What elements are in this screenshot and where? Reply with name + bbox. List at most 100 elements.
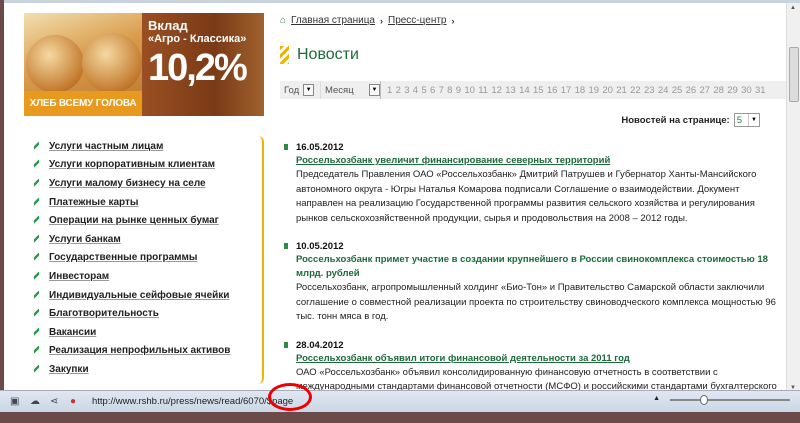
year-select[interactable]: Год ▼ (280, 81, 320, 99)
banner-product: «Агро - Классика» (148, 33, 247, 45)
day-link[interactable]: 6 (430, 85, 435, 96)
sidebar-item[interactable]: Услуги корпоративным клиентам (34, 156, 264, 175)
sidebar-item-label[interactable]: Инвесторам (49, 271, 109, 282)
sidebar-item[interactable]: Индивидуальные сейфовые ячейки (34, 286, 264, 305)
sidebar-item-label[interactable]: Вакансии (49, 327, 96, 338)
leaf-icon (34, 178, 39, 188)
sidebar-item[interactable]: Закупки (34, 360, 264, 379)
day-link[interactable]: 20 (602, 85, 613, 96)
leaf-icon (34, 253, 39, 263)
news-headline[interactable]: Россельхозбанк увеличит финансирование с… (296, 154, 784, 168)
sidebar-item-label[interactable]: Услуги корпоративным клиентам (49, 159, 215, 170)
day-link[interactable]: 14 (519, 85, 530, 96)
day-link[interactable]: 12 (491, 85, 502, 96)
day-link[interactable]: 24 (658, 85, 669, 96)
leaf-icon (34, 271, 39, 281)
sidebar-item[interactable]: Государственные программы (34, 249, 264, 268)
per-page-value: 5 (736, 114, 742, 126)
panel-icon[interactable]: ▣ (10, 396, 20, 407)
chevron-right-icon: › (380, 15, 383, 26)
chevron-down-icon[interactable]: ▼ (303, 84, 315, 96)
zoom-slider-knob[interactable] (700, 395, 708, 405)
day-link[interactable]: 18 (575, 85, 586, 96)
day-link[interactable]: 16 (547, 85, 558, 96)
vertical-scrollbar[interactable]: ▲ ▼ (786, 3, 800, 393)
sidebar-item[interactable]: Инвесторам (34, 267, 264, 286)
day-link[interactable]: 27 (700, 85, 711, 96)
sidebar-item-label[interactable]: Индивидуальные сейфовые ячейки (49, 290, 229, 301)
zoom-slider[interactable] (670, 395, 790, 405)
sidebar-item-label[interactable]: Услуги банкам (49, 234, 121, 245)
scroll-up-icon[interactable]: ▲ (790, 5, 796, 11)
news-headline[interactable]: Россельхозбанк примет участие в создании… (296, 253, 784, 281)
chevron-down-icon[interactable]: ▼ (369, 84, 380, 96)
cloud-icon[interactable]: ☁ (30, 396, 40, 407)
home-icon[interactable]: ⌂ (280, 15, 286, 26)
chevron-down-icon[interactable]: ▼ (748, 114, 759, 126)
breadcrumb-home[interactable]: Главная страница (291, 15, 375, 26)
sidebar-item-label[interactable]: Благотворительность (49, 308, 159, 319)
sidebar-item[interactable]: Реализация непрофильных активов (34, 342, 264, 361)
day-link[interactable]: 11 (478, 85, 488, 96)
bullet-icon (284, 341, 288, 348)
day-link[interactable]: 2 (396, 85, 401, 96)
leaf-icon (34, 160, 39, 170)
per-page-label: Новостей на странице: (621, 114, 730, 126)
sidebar-item[interactable]: Услуги частным лицам (34, 137, 264, 156)
day-link[interactable]: 22 (630, 85, 641, 96)
zoom-up-icon[interactable]: ▲ (653, 395, 660, 402)
sidebar-item-label[interactable]: Закупки (49, 364, 89, 375)
leaf-icon (34, 364, 39, 374)
sidebar-item-label[interactable]: Реализация непрофильных активов (49, 345, 230, 356)
day-link[interactable]: 31 (755, 85, 766, 96)
logo-stripes-icon (280, 46, 289, 64)
page-title: Новости (297, 46, 359, 63)
notification-icon[interactable]: ● (70, 396, 80, 407)
sidebar-item[interactable]: Благотворительность (34, 304, 264, 323)
news-headline[interactable]: Россельхозбанк объявил итоги финансовой … (296, 352, 784, 366)
day-link[interactable]: 8 (447, 85, 452, 96)
sidebar-item[interactable]: Услуги малому бизнесу на селе (34, 174, 264, 193)
sidebar-item-label[interactable]: Услуги малому бизнесу на селе (49, 178, 206, 189)
breadcrumb-press-center[interactable]: Пресс-центр (388, 15, 446, 26)
day-link[interactable]: 7 (439, 85, 444, 96)
day-link[interactable]: 9 (456, 85, 461, 96)
banner-slogan: ХЛЕБ ВСЕМУ ГОЛОВА (24, 91, 142, 116)
date-filter: Год ▼ Месяц ▼ 1 2 3 4 5 6 7 8 9 10 11 12 13 14 15 16 17 18 1… (280, 81, 788, 99)
day-link[interactable]: 19 (589, 85, 600, 96)
day-link[interactable]: 28 (713, 85, 724, 96)
day-link[interactable]: 23 (644, 85, 655, 96)
sidebar-item-label[interactable]: Операции на рынке ценных бумаг (49, 215, 219, 226)
day-link[interactable]: 26 (686, 85, 697, 96)
day-link[interactable]: 25 (672, 85, 683, 96)
day-links: 1 2 3 4 5 6 7 8 9 10 11 12 13 14 15 16 17 18 19 20 21 22 23 24 2… (380, 81, 766, 99)
day-link[interactable]: 13 (505, 85, 516, 96)
day-link[interactable]: 21 (616, 85, 627, 96)
scrollbar-thumb[interactable] (789, 47, 799, 102)
per-page-select[interactable]: 5 ▼ (733, 113, 760, 127)
sidebar-item[interactable]: Услуги банкам (34, 230, 264, 249)
day-link[interactable]: 10 (464, 85, 475, 96)
day-link[interactable]: 29 (727, 85, 738, 96)
sidebar-item-label[interactable]: Государственные программы (49, 252, 197, 263)
news-text: Россельхозбанк, агропромышленный холдинг… (296, 282, 776, 322)
day-link[interactable]: 4 (413, 85, 418, 96)
share-icon[interactable]: ⋖ (50, 396, 60, 407)
sidebar-item[interactable]: Вакансии (34, 323, 264, 342)
day-link[interactable]: 3 (404, 85, 409, 96)
month-label: Месяц (325, 84, 354, 96)
sidebar-item-label[interactable]: Платежные карты (49, 197, 138, 208)
day-link[interactable]: 15 (533, 85, 544, 96)
day-link[interactable]: 17 (561, 85, 572, 96)
annotation-circle (268, 383, 312, 411)
day-link[interactable]: 30 (741, 85, 752, 96)
month-select[interactable]: Месяц ▼ (320, 81, 380, 99)
banner-rate: 10,2% (148, 47, 248, 89)
day-link[interactable]: 1 (387, 85, 392, 96)
sidebar-item[interactable]: Операции на рынке ценных бумаг (34, 211, 264, 230)
day-link[interactable]: 5 (421, 85, 426, 96)
status-url: http://www.rshb.ru/press/news/read/6070/… (92, 396, 294, 407)
sidebar-item-label[interactable]: Услуги частным лицам (49, 141, 163, 152)
sidebar-item[interactable]: Платежные карты (34, 193, 264, 212)
promo-banner[interactable]: ХЛЕБ ВСЕМУ ГОЛОВА Вклад «Агро - Классика… (24, 13, 264, 116)
